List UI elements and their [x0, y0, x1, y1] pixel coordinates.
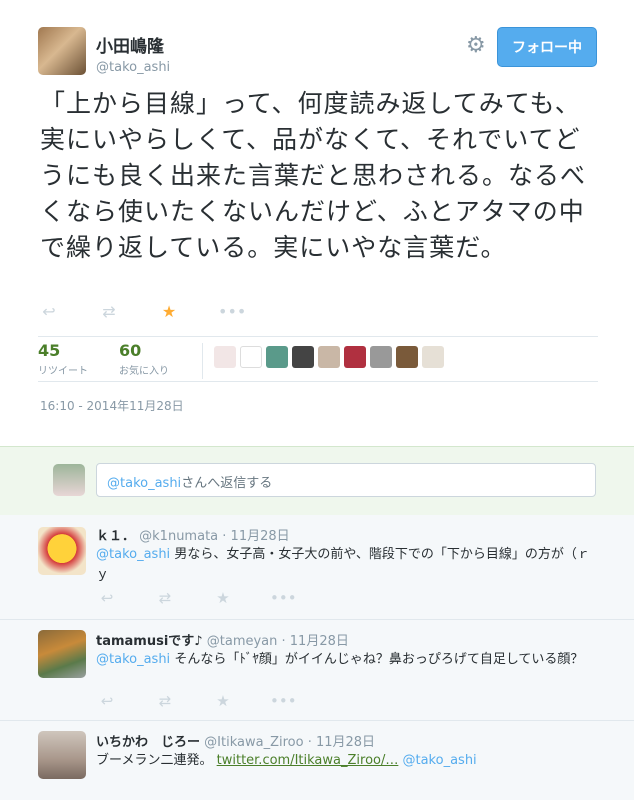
- stat-divider: [202, 343, 203, 379]
- tweet-text: 「上から目線」って、何度読み返してみても、実にいやらしくて、品がなくて、それでい…: [40, 89, 587, 262]
- reply-header: ｋ１． @k1numata · 11月28日: [96, 525, 290, 544]
- user-avatar: [53, 464, 85, 496]
- reply-mention: @tako_ashi: [107, 476, 182, 491]
- favoriter-avatar[interactable]: [318, 346, 340, 368]
- favorite-label: お気に入り: [119, 366, 169, 377]
- favoriter-avatar[interactable]: [344, 346, 366, 368]
- reply-mention[interactable]: @tako_ashi: [398, 753, 476, 768]
- author-name[interactable]: 小田嶋隆: [96, 32, 170, 57]
- star-icon[interactable]: ★: [212, 589, 234, 607]
- tweet-stats: 45 リツイート 60 お気に入り: [38, 336, 598, 382]
- favoriter-avatar[interactable]: [292, 346, 314, 368]
- favoriter-avatars: [214, 346, 444, 368]
- reply-tweet[interactable]: tamamusiです♪ @tameyan · 11月28日 @tako_ashi…: [0, 620, 634, 721]
- reply-avatar[interactable]: [38, 731, 86, 779]
- reply-icon[interactable]: ↩: [96, 692, 118, 710]
- star-icon[interactable]: ★: [158, 302, 180, 321]
- retweet-icon[interactable]: ⇄: [98, 302, 120, 321]
- reply-author-handle[interactable]: @Itikawa_Ziroo: [204, 735, 303, 750]
- reply-icon[interactable]: ↩: [38, 302, 60, 321]
- favoriter-avatar[interactable]: [240, 346, 262, 368]
- reply-avatar[interactable]: [38, 630, 86, 678]
- retweet-icon[interactable]: ⇄: [154, 589, 176, 607]
- reply-mention[interactable]: @tako_ashi: [96, 652, 170, 667]
- retweet-count: 45: [38, 341, 61, 360]
- reply-text: @tako_ashi そんなら「ﾄﾞﾔ顔」がイイんじゃね？鼻おっぴろげて自足して…: [96, 650, 596, 670]
- reply-author-handle[interactable]: @k1numata: [139, 529, 218, 544]
- retweet-stat[interactable]: 45 リツイート: [38, 341, 88, 377]
- reply-date[interactable]: · 11月28日: [308, 735, 375, 750]
- reply-link[interactable]: twitter.com/Itikawa_Ziroo/…: [217, 753, 399, 768]
- reply-header: いちかわ じろー @Itikawa_Ziroo · 11月28日: [96, 731, 375, 750]
- reply-placeholder: さんへ返信する: [181, 476, 273, 491]
- retweet-label: リツイート: [38, 366, 88, 377]
- reply-text: @tako_ashi 男なら、女子高・女子大の前や、階段下での「下から目線」の方…: [96, 545, 596, 585]
- reply-author-name[interactable]: いちかわ じろー: [96, 735, 200, 750]
- star-icon[interactable]: ★: [212, 692, 234, 710]
- favoriter-avatar[interactable]: [396, 346, 418, 368]
- reply-body: そんなら「ﾄﾞﾔ顔」がイイんじゃね？鼻おっぴろげて自足している顔？: [170, 652, 584, 667]
- reply-actions: ↩ ⇄ ★ •••: [96, 692, 297, 710]
- reply-date[interactable]: · 11月28日: [282, 634, 349, 649]
- more-icon[interactable]: •••: [270, 589, 297, 607]
- favoriter-avatar[interactable]: [214, 346, 236, 368]
- reply-author-handle[interactable]: @tameyan: [207, 634, 278, 649]
- author-handle[interactable]: @tako_ashi: [96, 60, 170, 75]
- favoriter-avatar[interactable]: [266, 346, 288, 368]
- reply-body: ブーメラン二連発。: [96, 753, 217, 768]
- favoriter-avatar[interactable]: [422, 346, 444, 368]
- gear-icon[interactable]: ⚙: [466, 33, 486, 58]
- reply-avatar[interactable]: [38, 527, 86, 575]
- reply-author-name[interactable]: tamamusiです♪: [96, 634, 203, 649]
- reply-author-name[interactable]: ｋ１．: [96, 529, 135, 544]
- tweet-actions: ↩ ⇄ ★ •••: [38, 302, 246, 321]
- reply-date[interactable]: · 11月28日: [222, 529, 289, 544]
- more-icon[interactable]: •••: [218, 302, 246, 321]
- retweet-icon[interactable]: ⇄: [154, 692, 176, 710]
- author-info[interactable]: 小田嶋隆 @tako_ashi: [96, 32, 170, 75]
- tweet-timestamp[interactable]: 16:10 - 2014年11月28日: [40, 397, 184, 414]
- author-avatar[interactable]: [38, 27, 86, 75]
- reply-icon[interactable]: ↩: [96, 589, 118, 607]
- reply-actions: ↩ ⇄ ★ •••: [96, 589, 297, 607]
- reply-header: tamamusiです♪ @tameyan · 11月28日: [96, 630, 349, 649]
- reply-input[interactable]: @tako_ashiさんへ返信する: [96, 463, 596, 497]
- follow-button[interactable]: フォロー中: [497, 27, 597, 67]
- favorite-stat[interactable]: 60 お気に入り: [119, 341, 169, 377]
- more-icon[interactable]: •••: [270, 692, 297, 710]
- favorite-count: 60: [119, 341, 142, 360]
- reply-text: ブーメラン二連発。 twitter.com/Itikawa_Ziroo/… @t…: [96, 751, 596, 771]
- reply-tweet[interactable]: いちかわ じろー @Itikawa_Ziroo · 11月28日 ブーメラン二連…: [0, 721, 634, 800]
- reply-mention[interactable]: @tako_ashi: [96, 547, 170, 562]
- reply-body: 男なら、女子高・女子大の前や、階段下での「下から目線」の方が（ｒｙ: [96, 547, 590, 582]
- reply-box: @tako_ashiさんへ返信する: [0, 446, 634, 516]
- reply-tweet[interactable]: ｋ１． @k1numata · 11月28日 @tako_ashi 男なら、女子…: [0, 515, 634, 620]
- favoriter-avatar[interactable]: [370, 346, 392, 368]
